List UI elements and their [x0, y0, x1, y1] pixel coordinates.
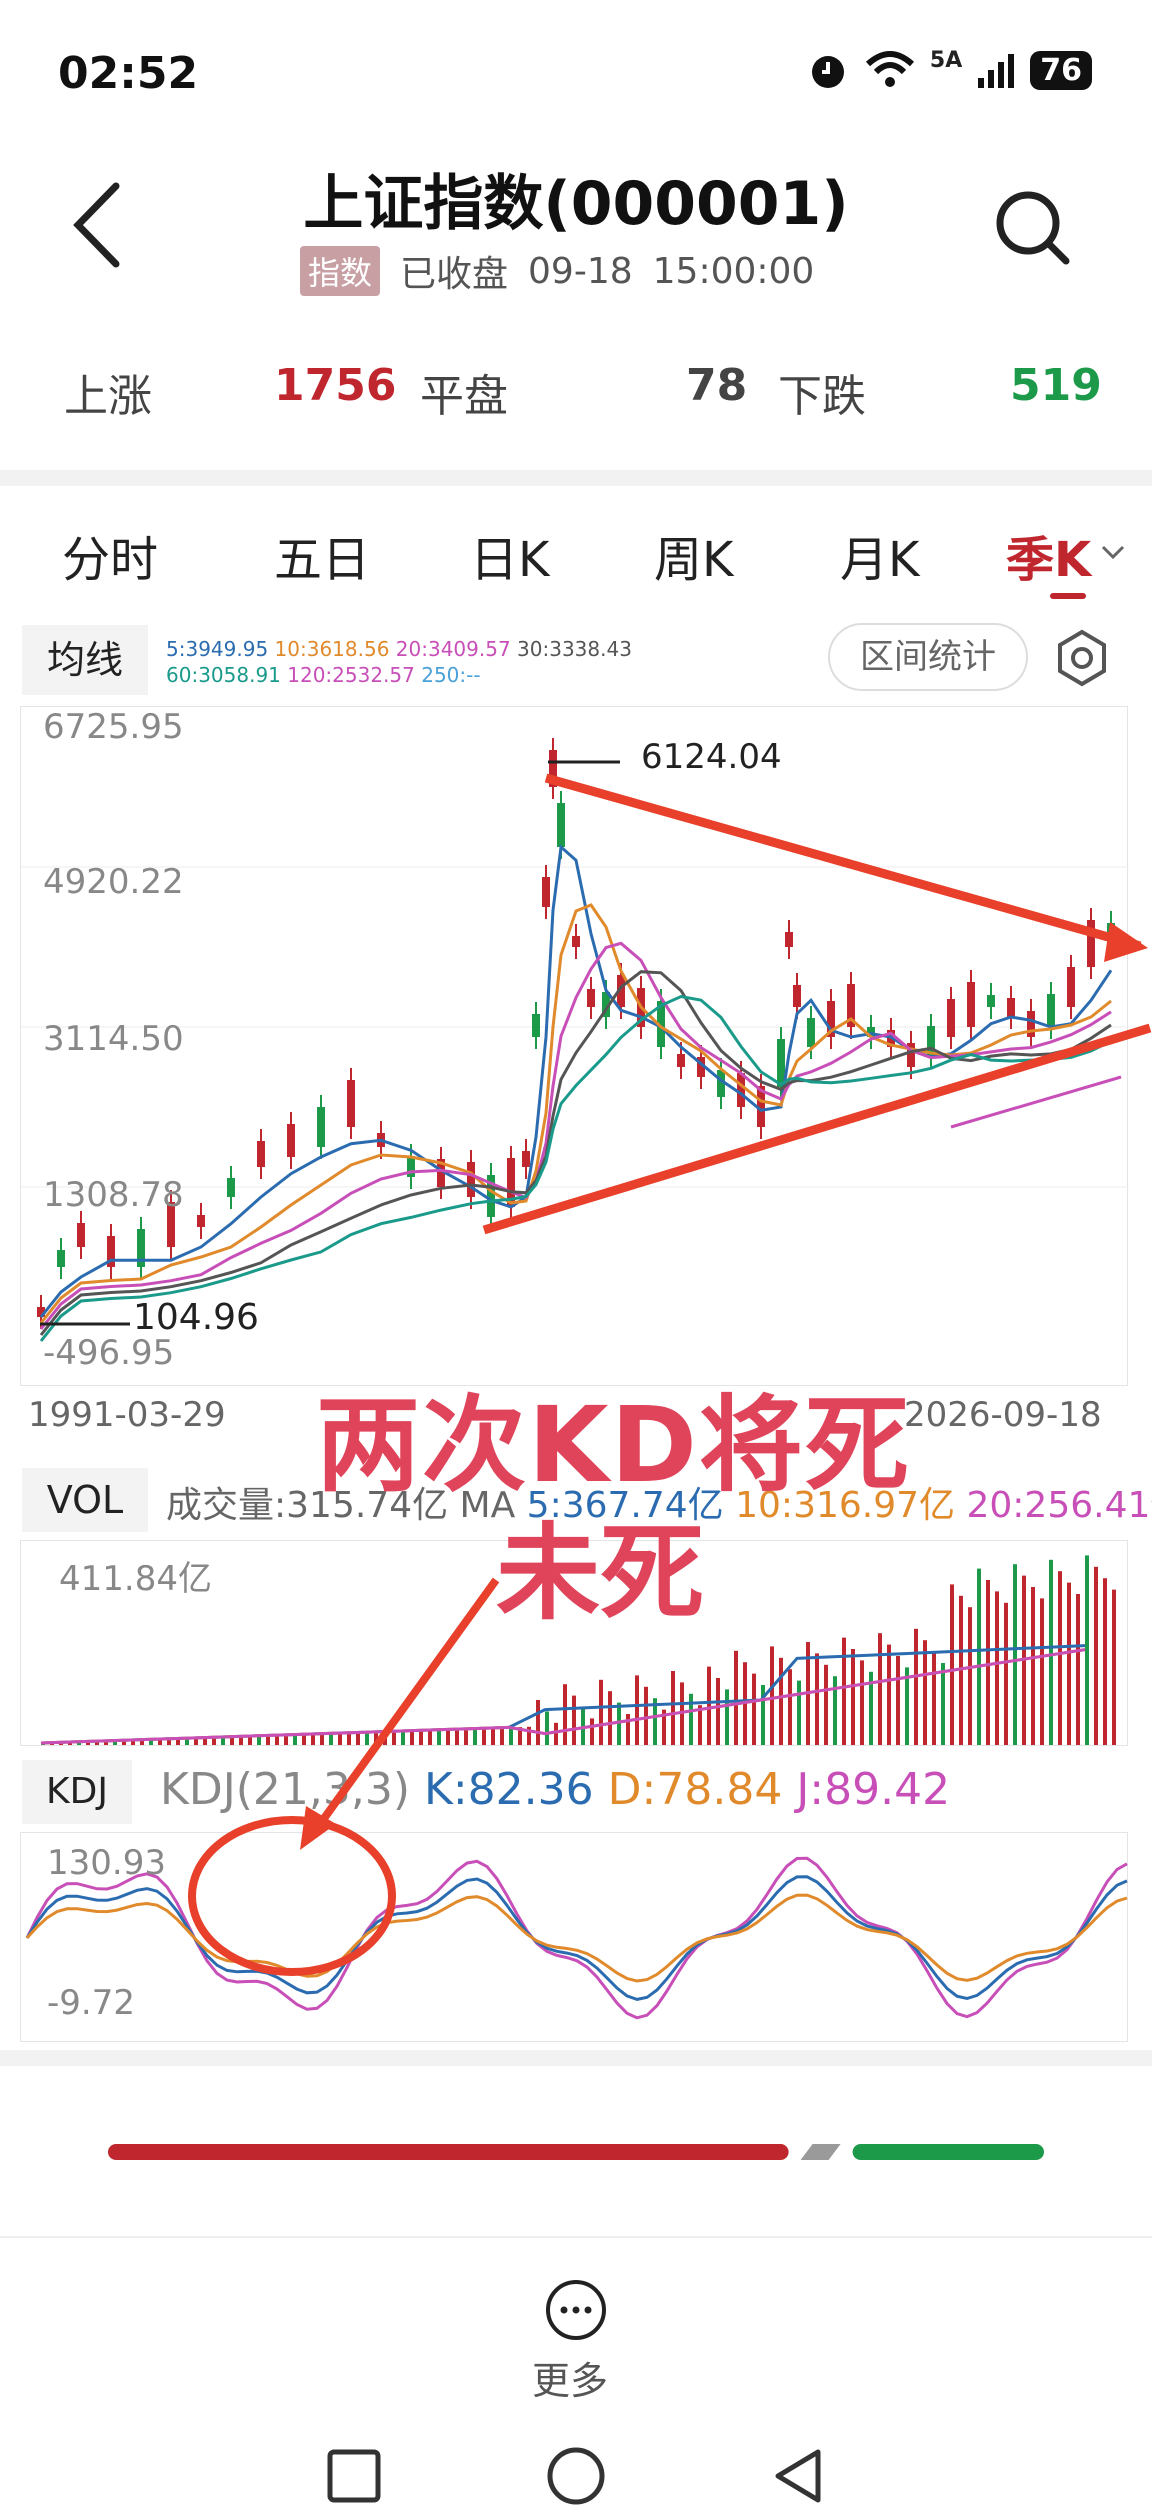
market-date: 09-18 [528, 250, 633, 292]
tab-fenshi[interactable]: 分时 [62, 520, 158, 590]
section-divider [0, 470, 1152, 486]
more-icon[interactable] [544, 2278, 608, 2342]
ma-line-2: 60:3058.91 120:2532.57 250:-- [166, 662, 632, 688]
signal-label: 5A [929, 48, 963, 73]
battery-icon: 76 [1030, 50, 1092, 90]
active-tab-indicator [1050, 593, 1086, 599]
annotation-circle [188, 1816, 396, 1976]
search-icon[interactable] [990, 185, 1074, 269]
ma-value-maline2-0: 60:3058.91 [166, 663, 288, 687]
annotation-lower-line [482, 1023, 1152, 1235]
ma-button[interactable]: 均线 [22, 625, 148, 695]
annotation-upper-line [544, 773, 1142, 951]
ma-value-maline1-1: 10:3618.56 [274, 637, 396, 661]
down-label: 下跌 [778, 371, 866, 422]
annotation-pointer-line [316, 1577, 500, 1827]
home-icon[interactable] [546, 2446, 606, 2506]
annotation-arrowhead [1104, 922, 1148, 962]
ma-value-maline2-1: 120:2532.57 [287, 663, 422, 687]
status-icons: 5A 76 [806, 48, 1092, 92]
advance-decline-ratio-bar [108, 2142, 1044, 2162]
tab-quarter-k[interactable]: 季K [1006, 520, 1091, 590]
ratio-down-segment [852, 2144, 1044, 2160]
interval-stats-button[interactable]: 区间统计 [828, 623, 1028, 691]
status-time: 02:52 [58, 48, 199, 99]
ma-value-maline1-0: 5:3949.95 [166, 637, 275, 661]
ratio-flat-segment [800, 2144, 841, 2160]
ratio-up-segment [108, 2144, 789, 2160]
market-status-line: 指数 已收盘 09-18 15:00:00 [300, 245, 814, 297]
signal-icon [978, 54, 1015, 88]
ma-line-1: 5:3949.95 10:3618.56 20:3409.57 30:3338.… [166, 636, 632, 662]
back-nav-icon[interactable] [770, 2446, 826, 2506]
advance-decline-row: 上涨 1756 平盘 78 下跌 519 [0, 360, 1152, 430]
more-label[interactable]: 更多 [532, 2350, 608, 2405]
tab-month-k[interactable]: 月K [840, 520, 919, 590]
settings-icon[interactable] [1052, 628, 1112, 688]
ma-value-maline2-2: 250:-- [421, 663, 481, 687]
ma-values: 5:3949.95 10:3618.56 20:3409.57 30:3338.… [166, 636, 632, 688]
period-tabs: 分时 五日 日K 周K 月K 季K [0, 500, 1152, 600]
up-label: 上涨 [64, 371, 152, 422]
annotation-text-2: 未死 [496, 1512, 705, 1634]
market-time: 15:00:00 [652, 250, 815, 292]
status-bar: 02:52 5A 76 [0, 0, 1152, 150]
bottom-bar: 更多 [0, 2236, 1152, 2520]
ma-value-maline1-2: 20:3409.57 [395, 637, 518, 661]
ratio-svg [108, 2144, 1044, 2160]
flat-value: 78 [686, 360, 748, 411]
tab-week-k[interactable]: 周K [654, 520, 733, 590]
market-status: 已收盘 [400, 254, 509, 295]
wifi-icon [865, 51, 914, 87]
alarm-icon [811, 56, 844, 88]
tab-five-day[interactable]: 五日 [274, 520, 370, 590]
ma-value-maline1-3: 30:3338.43 [517, 637, 632, 661]
up-value: 1756 [274, 360, 397, 411]
index-badge: 指数 [300, 246, 381, 296]
flat-label: 平盘 [420, 371, 508, 422]
tab-day-k[interactable]: 日K [470, 520, 549, 590]
recent-apps-icon[interactable] [326, 2448, 382, 2504]
page-title: 上证指数(000001) [303, 169, 849, 239]
section-divider-2 [0, 2050, 1152, 2066]
down-value: 519 [1010, 360, 1102, 411]
chevron-down-icon[interactable] [1100, 542, 1126, 562]
